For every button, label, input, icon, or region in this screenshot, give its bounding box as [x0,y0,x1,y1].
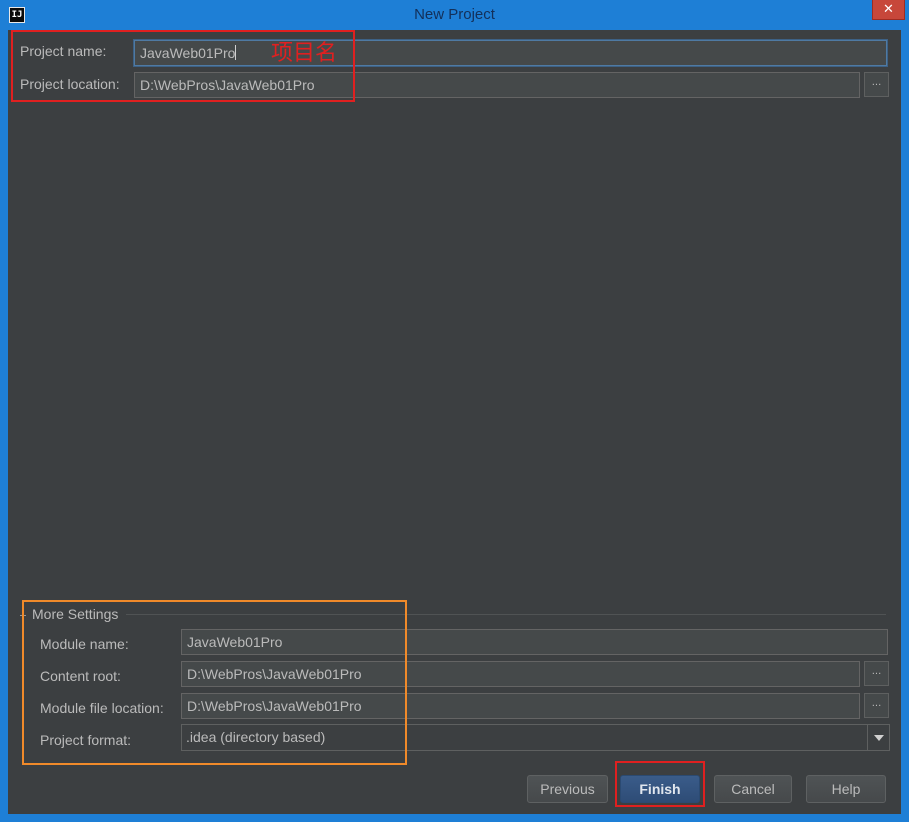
project-name-annotation: 项目名 [271,41,338,66]
window-title: New Project [414,6,495,23]
help-button[interactable]: Help [806,775,886,803]
title-bar[interactable]: IJ New Project ✕ [0,0,909,30]
module-file-location-browse-button[interactable]: ... [864,693,889,718]
chevron-down-icon[interactable] [867,725,889,750]
dialog-body: Project name: JavaWeb01Pro Project locat… [8,30,901,814]
project-location-browse-button[interactable]: ... [864,72,889,97]
previous-button[interactable]: Previous [527,775,608,803]
close-icon[interactable]: ✕ [872,0,905,20]
content-root-browse-button[interactable]: ... [864,661,889,686]
cancel-button[interactable]: Cancel [714,775,792,803]
more-settings-highlight [22,600,407,765]
finish-button-highlight [615,761,705,807]
